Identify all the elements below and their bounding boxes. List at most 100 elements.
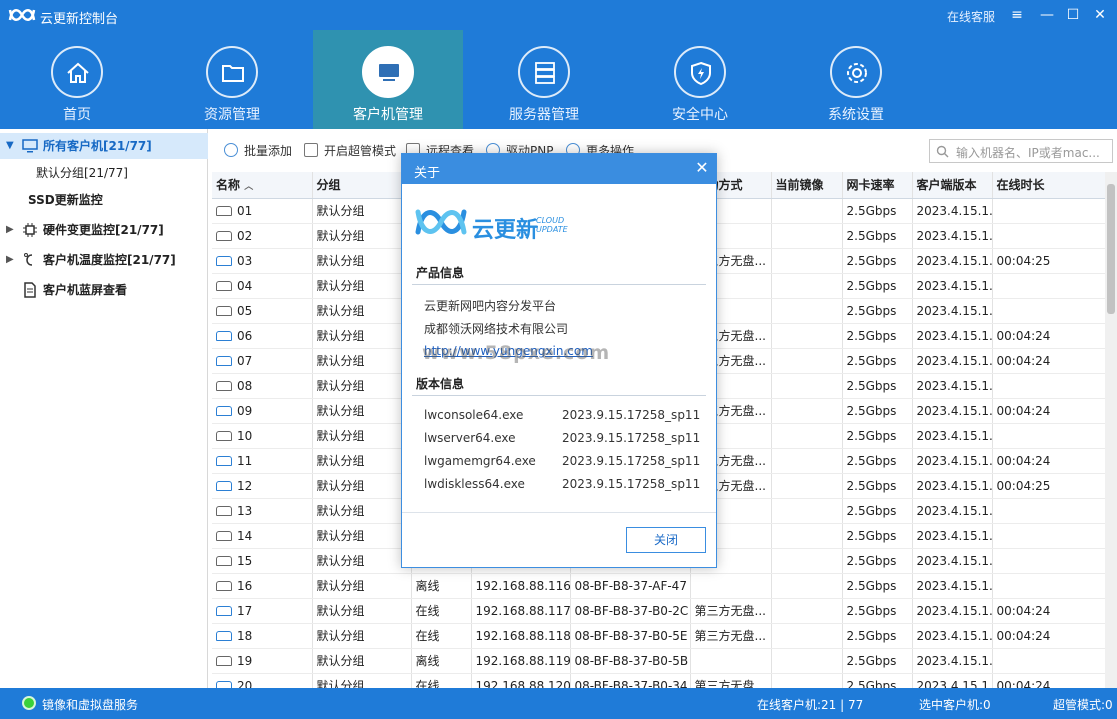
brand-logo-icon [415,209,467,235]
super-mode-button[interactable]: 开启超管模式 [304,141,396,161]
cell-speed: 2.5Gbps [842,598,913,624]
cell-speed: 2.5Gbps [842,448,913,474]
cell-uptime: 00:04:24 [992,448,1105,474]
cell-name: 07 [212,348,313,374]
batch-add-button[interactable]: 批量添加 [224,141,292,161]
cell-name: 08 [212,373,313,399]
column-header-image[interactable]: 当前镜像 [771,172,843,199]
cell-ver: 2023.4.15.1... [912,248,993,274]
search-input[interactable]: 输入机器名、IP或者mac... [929,139,1113,163]
plus-circle-icon [224,143,238,157]
company-name: 成都领沃网络技术有限公司 [424,322,569,336]
cell-group: 默认分组 [312,448,412,474]
cell-state: 在线 [411,623,472,649]
table-row[interactable]: 16 默认分组 离线 192.168.88.116 08-BF-B8-37-AF-47 2… [212,573,1105,599]
nav-settings[interactable]: 系统设置 [781,30,931,129]
user-icon [304,143,318,157]
sidebar-item-bluescreen-view[interactable]: 客户机蓝屏查看 [0,277,208,303]
nav-resources[interactable]: 资源管理 [157,30,307,129]
column-header-name[interactable]: 名称 ︿ [212,172,313,199]
cell-state: 在线 [411,598,472,624]
nav-clients[interactable]: 客户机管理 [313,30,463,129]
title-bar: 云更新控制台 在线客服 ≡ — ☐ ✕ [0,0,1117,30]
sidebar-item-hardware-monitor[interactable]: ▶ 硬件变更监控[21/77] [0,217,208,243]
cell-speed: 2.5Gbps [842,473,913,499]
cell-group: 默认分组 [312,523,412,549]
column-header-group[interactable]: 分组 [312,172,412,199]
thermometer-icon [24,253,33,266]
cell-uptime: 00:04:25 [992,248,1105,274]
version-file: lwconsole64.exe [424,408,524,422]
client-pc-icon [216,305,232,316]
cell-image [771,248,843,274]
cell-speed: 2.5Gbps [842,248,913,274]
sidebar-item-all-clients[interactable]: ▼ 所有客户机[21/77] [0,133,208,159]
column-header-nic-speed[interactable]: 网卡速率 [842,172,913,199]
close-window-icon[interactable]: ✕ [1089,4,1111,26]
app-logo-icon [8,9,36,21]
cell-image [771,448,843,474]
cell-name: 04 [212,273,313,299]
version-number: 2023.9.15.17258_sp11 [562,454,701,468]
table-row[interactable]: 18 默认分组 在线 192.168.88.118 08-BF-B8-37-B0-5E 第… [212,623,1105,649]
version-info-heading: 版本信息 [416,377,465,391]
online-service-link[interactable]: 在线客服 [947,8,995,25]
cell-image [771,198,843,224]
sidebar: ▼ 所有客户机[21/77] 默认分组[21/77] SSD更新监控 ▶ 硬件变… [0,129,208,688]
nav-home[interactable]: 首页 [2,30,152,129]
cell-group: 默认分组 [312,323,412,349]
sidebar-item-temperature-monitor[interactable]: ▶ 客户机温度监控[21/77] [0,247,208,273]
status-bar: 镜像和虚拟盘服务 在线客户机:21 | 77 选中客户机:0 超管模式:0 [0,688,1117,719]
client-pc-icon [216,480,232,491]
column-header-client-version[interactable]: 客户端版本 [912,172,993,199]
dialog-title-bar[interactable]: 关于 ✕ [402,154,716,184]
sidebar-item-ssd-monitor[interactable]: SSD更新监控 [0,187,208,213]
table-row[interactable]: 19 默认分组 离线 192.168.88.119 08-BF-B8-37-B0-5B 2… [212,648,1105,674]
close-button[interactable]: 关闭 [626,527,706,553]
search-icon [936,145,949,158]
table-row[interactable]: 17 默认分组 在线 192.168.88.117 08-BF-B8-37-B0-2C 第… [212,598,1105,624]
cell-image [771,473,843,499]
dialog-close-icon[interactable]: ✕ [692,158,712,178]
client-pc-icon [216,255,232,266]
cell-uptime [992,523,1105,549]
menu-icon[interactable]: ≡ [1006,4,1028,26]
cell-image [771,673,843,688]
cell-name: 02 [212,223,313,249]
table-row[interactable]: 20 默认分组 在线 192.168.88.120 08-BF-B8-37-B0-34 第… [212,673,1105,688]
minimize-icon[interactable]: — [1036,4,1058,26]
maximize-icon[interactable]: ☐ [1062,4,1084,26]
caret-right-icon[interactable]: ▶ [6,217,16,243]
version-file: lwdiskless64.exe [424,477,525,491]
cell-uptime: 00:04:24 [992,398,1105,424]
cell-ip: 192.168.88.117 [471,598,571,624]
cell-group: 默认分组 [312,473,412,499]
cell-state: 离线 [411,648,472,674]
cell-speed: 2.5Gbps [842,548,913,574]
cell-ver: 2023.4.15.1... [912,623,993,649]
column-header-uptime[interactable]: 在线时长 [992,172,1105,199]
monitor-icon [22,139,38,153]
cell-ver: 2023.4.15.1... [912,423,993,449]
client-pc-icon [216,580,232,591]
cell-uptime [992,423,1105,449]
cell-image [771,323,843,349]
cell-boot: 第三方无盘... [690,673,772,688]
brand-sub-label: CLOUD UPDATE [536,216,568,234]
sidebar-item-default-group[interactable]: 默认分组[21/77] [0,160,208,186]
cell-group: 默认分组 [312,373,412,399]
cell-speed: 2.5Gbps [842,498,913,524]
client-pc-icon [216,355,232,366]
table-scrollbar[interactable] [1105,172,1117,688]
caret-right-icon[interactable]: ▶ [6,247,16,273]
divider [412,395,706,396]
cell-boot [690,648,772,674]
nav-servers[interactable]: 服务器管理 [469,30,619,129]
nav-security[interactable]: 安全中心 [625,30,775,129]
app-title: 云更新控制台 [40,12,119,27]
version-file: lwgamemgr64.exe [424,454,536,468]
shield-icon [691,61,711,86]
cell-ip: 192.168.88.118 [471,623,571,649]
scrollbar-thumb[interactable] [1107,184,1115,314]
caret-down-icon[interactable]: ▼ [6,133,16,159]
